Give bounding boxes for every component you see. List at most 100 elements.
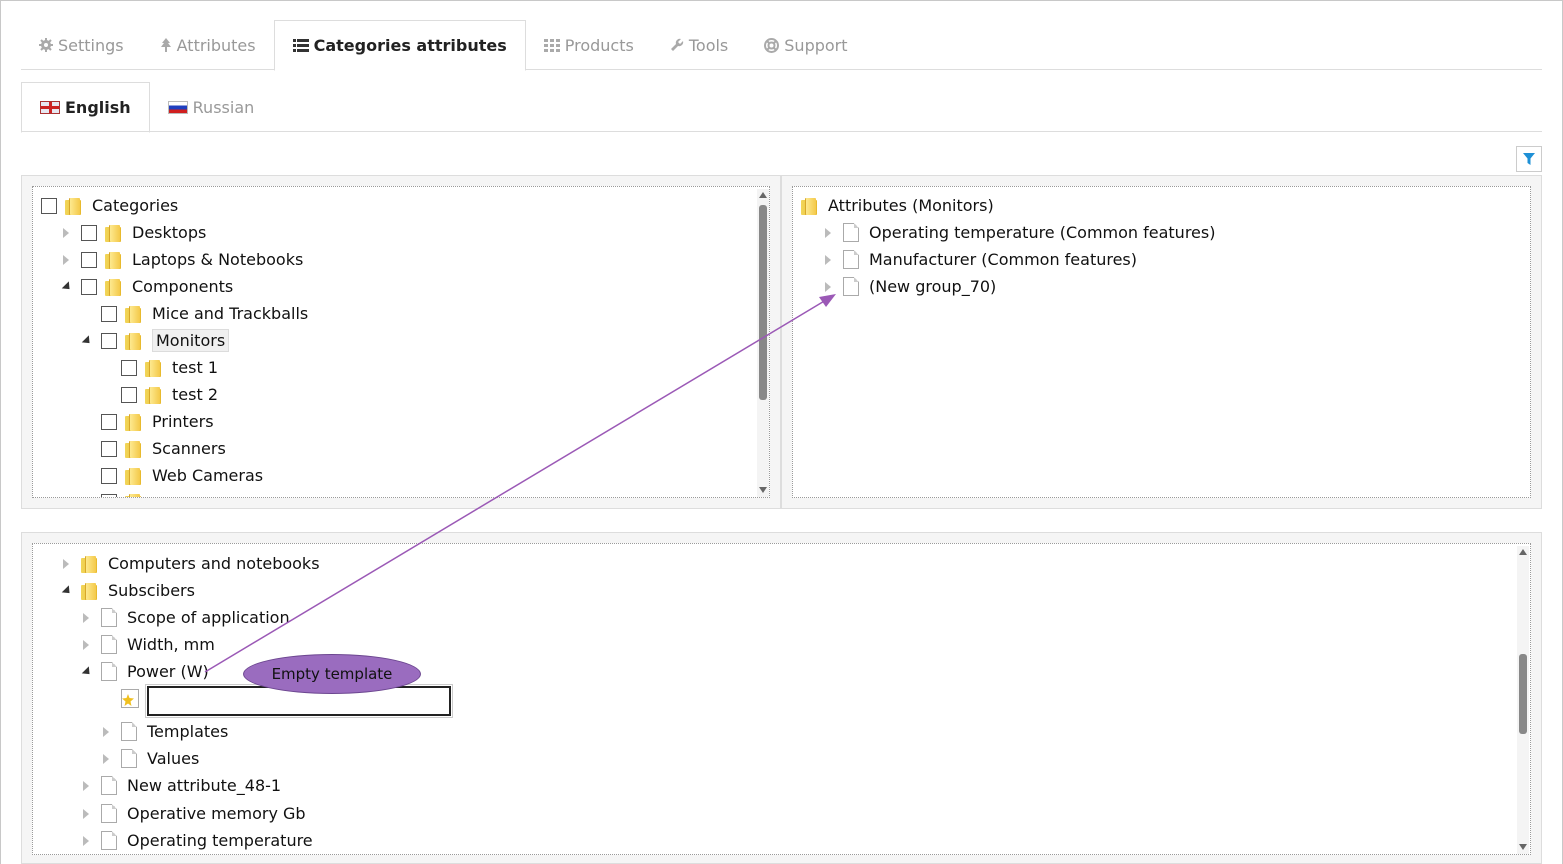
node-label: Mice and Trackballs xyxy=(152,304,309,323)
expand-arrow-icon[interactable] xyxy=(61,227,71,238)
checkbox[interactable] xyxy=(101,332,117,349)
tree-node[interactable]: Operative memory Gb xyxy=(81,800,306,827)
expand-arrow-icon[interactable] xyxy=(81,780,91,791)
folder-icon xyxy=(125,413,143,431)
checkbox[interactable] xyxy=(101,305,117,322)
tree-node[interactable]: New attribute_48-1 xyxy=(81,772,281,799)
folder-icon xyxy=(125,440,143,458)
tab-attributes[interactable]: Attributes xyxy=(142,20,274,70)
filter-icon xyxy=(1523,150,1535,169)
gear-icon xyxy=(39,38,53,52)
file-icon xyxy=(101,608,117,627)
tree-node[interactable]: Power (W) xyxy=(81,658,209,685)
tab-label: English xyxy=(65,98,131,117)
folder-icon xyxy=(81,582,99,600)
expand-arrow-icon[interactable] xyxy=(101,753,111,764)
attributes-tree: Attributes (Monitors) Operating temperat… xyxy=(792,186,1531,498)
tab-categories-attributes[interactable]: Categories attributes xyxy=(273,20,526,71)
checkbox[interactable] xyxy=(121,386,137,403)
tab-products[interactable]: Products xyxy=(526,20,652,70)
annotation-callout: Empty template xyxy=(243,654,421,694)
tree-node[interactable]: Manufacturer (Common features) xyxy=(823,246,1137,273)
wrench-icon xyxy=(670,38,684,52)
tree-node[interactable]: Monitors xyxy=(81,327,230,354)
checkbox[interactable] xyxy=(81,278,97,295)
node-label: Subscibers xyxy=(108,581,195,600)
expand-arrow-icon[interactable] xyxy=(61,558,71,569)
folder-icon xyxy=(105,251,123,269)
file-icon xyxy=(101,831,117,850)
collapse-arrow-icon[interactable] xyxy=(81,665,94,678)
tree-node[interactable]: Values xyxy=(101,745,199,772)
tree-node[interactable]: Printers xyxy=(101,408,214,435)
tree-node[interactable]: test 2 xyxy=(121,381,218,408)
node-label: Web Cameras xyxy=(152,466,264,485)
tab-settings[interactable]: Settings xyxy=(21,20,142,70)
tree-node-new[interactable] xyxy=(121,685,139,712)
collapse-arrow-icon[interactable] xyxy=(81,334,94,347)
checkbox[interactable] xyxy=(101,413,117,430)
tree-node[interactable]: Computers and notebooks xyxy=(61,550,320,577)
tree-node[interactable]: Components xyxy=(61,273,233,300)
folder-icon xyxy=(105,278,123,296)
tree-node[interactable]: test 1 xyxy=(121,354,218,381)
checkbox[interactable] xyxy=(121,359,137,376)
tree-node[interactable]: Subscibers xyxy=(61,577,195,604)
node-label: Templates xyxy=(147,722,229,741)
expand-arrow-icon[interactable] xyxy=(81,835,91,846)
tree-node[interactable]: Templates xyxy=(101,718,228,745)
checkbox[interactable] xyxy=(41,197,57,214)
tab-support[interactable]: Support xyxy=(746,20,865,70)
tree-node[interactable]: Web Cameras xyxy=(101,462,263,489)
folder-icon xyxy=(125,305,143,323)
tree-node-root[interactable]: Categories xyxy=(41,192,178,219)
expand-arrow-icon[interactable] xyxy=(81,808,91,819)
tree-node[interactable]: Width, mm xyxy=(81,631,215,658)
collapse-arrow-icon[interactable] xyxy=(61,280,74,293)
tab-label: Categories attributes xyxy=(313,36,507,55)
collapse-arrow-icon[interactable] xyxy=(61,584,74,597)
file-icon xyxy=(101,804,117,823)
tab-tools[interactable]: Tools xyxy=(652,20,746,70)
checkbox[interactable] xyxy=(101,467,117,484)
tree-node[interactable]: Scanners xyxy=(101,435,226,462)
node-label: (New group_70) xyxy=(869,277,997,296)
expand-arrow-icon[interactable] xyxy=(823,227,833,238)
expand-arrow-icon[interactable] xyxy=(81,612,91,623)
expand-arrow-icon[interactable] xyxy=(61,254,71,265)
node-label: Values xyxy=(147,749,200,768)
file-icon xyxy=(121,749,137,768)
tree-node[interactable]: Laptops & Notebooks xyxy=(61,246,303,273)
vertical-scrollbar[interactable] xyxy=(1517,546,1529,854)
expand-arrow-icon[interactable] xyxy=(823,254,833,265)
checkbox[interactable] xyxy=(81,251,97,268)
vertical-scrollbar[interactable] xyxy=(757,189,769,497)
tree-node-cut xyxy=(81,488,152,497)
checkbox[interactable] xyxy=(101,440,117,457)
tree-node[interactable]: (New group_70) xyxy=(823,273,996,300)
node-label: Components xyxy=(132,277,234,296)
tree-node[interactable]: Desktops xyxy=(61,219,206,246)
node-label: test 1 xyxy=(172,358,218,377)
main-tabs: Settings Attributes Categories attribute… xyxy=(21,20,1542,71)
categories-tree: Categories Desktops Laptops & Notebooks … xyxy=(32,186,770,498)
file-icon xyxy=(101,635,117,654)
node-label: Categories xyxy=(92,196,179,215)
tree-node-root[interactable]: Attributes (Monitors) xyxy=(801,192,994,219)
tree-node[interactable]: Operating temperature xyxy=(81,827,313,854)
filter-button[interactable] xyxy=(1516,146,1542,172)
tab-russian[interactable]: Russian xyxy=(150,82,273,132)
tab-english[interactable]: English xyxy=(21,82,150,133)
expand-arrow-icon[interactable] xyxy=(823,281,833,292)
file-icon xyxy=(121,722,137,741)
tree-node[interactable]: Mice and Trackballs xyxy=(101,300,308,327)
node-label: Width, mm xyxy=(127,635,215,654)
tree-node[interactable]: Operating temperature (Common features) xyxy=(823,219,1215,246)
expand-arrow-icon[interactable] xyxy=(101,726,111,737)
folder-icon xyxy=(145,386,163,404)
russia-flag-icon xyxy=(167,100,188,114)
node-label: Operating temperature xyxy=(127,831,313,850)
tree-node[interactable]: Scope of application xyxy=(81,604,290,631)
checkbox[interactable] xyxy=(81,224,97,241)
expand-arrow-icon[interactable] xyxy=(81,639,91,650)
